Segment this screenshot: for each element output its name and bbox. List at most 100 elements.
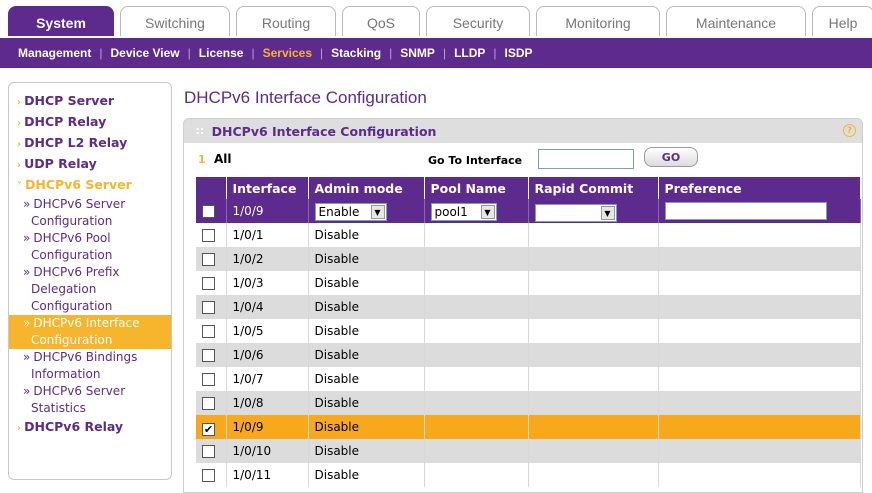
- chevron-right-icon: ›: [17, 118, 22, 129]
- row-checkbox: [196, 223, 227, 247]
- cell-preference: [658, 415, 861, 439]
- subnav-services[interactable]: Services: [263, 46, 312, 60]
- tab-help[interactable]: Help: [812, 6, 872, 38]
- table-row[interactable]: 1/0/3 Disable: [196, 271, 861, 295]
- page-title: DHCPv6 Interface Configuration: [184, 88, 427, 107]
- top-tab-bar: System Switching Routing QoS Security Mo…: [0, 0, 872, 38]
- bullet-icon: »: [23, 384, 31, 398]
- row-checkbox[interactable]: [202, 397, 215, 410]
- subnav-snmp[interactable]: SNMP: [400, 46, 435, 60]
- table-row[interactable]: 1/0/8 Disable: [196, 391, 861, 415]
- chevron-down-icon: ▼: [480, 205, 495, 219]
- subnav-stacking[interactable]: Stacking: [331, 46, 381, 60]
- table-row[interactable]: ✔ 1/0/9 Disable: [196, 415, 861, 439]
- row-checkbox[interactable]: [202, 469, 215, 482]
- row-checkbox[interactable]: [202, 349, 215, 362]
- admin-mode-select[interactable]: Enable ▼: [314, 203, 387, 221]
- table-row[interactable]: 1/0/10 Disable: [196, 439, 861, 463]
- chevron-right-icon: ›: [17, 97, 22, 108]
- cell-rapid-commit: [528, 223, 659, 247]
- table-row[interactable]: 1/0/2 Disable: [196, 247, 861, 271]
- sidebar-item-dhcpv6-bindings-information[interactable]: » DHCPv6 Bindings Information: [9, 349, 171, 383]
- preference-input[interactable]: [664, 201, 827, 220]
- sidebar-item-dhcpv6-server[interactable]: ˅ DHCPv6 Server: [9, 175, 171, 196]
- table-toolbar: 1 All Go To Interface GO: [184, 143, 862, 177]
- table-row[interactable]: 1/0/11 Disable: [196, 463, 861, 487]
- sidebar-item-dhcp-l2-relay[interactable]: › DHCP L2 Relay: [9, 133, 171, 154]
- col-header-interface: Interface: [226, 177, 309, 199]
- subnav-license[interactable]: License: [199, 46, 244, 60]
- rapid-commit-select[interactable]: ▼: [534, 204, 617, 222]
- chevron-right-icon: ›: [17, 139, 22, 150]
- row-checkbox: [196, 271, 227, 295]
- tab-switching[interactable]: Switching: [120, 6, 230, 38]
- table-row[interactable]: 1/0/7 Disable: [196, 367, 861, 391]
- cell-preference: [658, 223, 861, 247]
- row-checkbox: [196, 463, 227, 487]
- cell-pool-name: [424, 439, 529, 463]
- cell-admin-mode: Disable: [308, 415, 425, 439]
- row-checkbox[interactable]: ✔: [202, 423, 215, 436]
- cell-admin-mode: Disable: [308, 271, 425, 295]
- row-checkbox[interactable]: [202, 277, 215, 290]
- sidebar-item-udp-relay[interactable]: › UDP Relay: [9, 154, 171, 175]
- sidebar-item-dhcpv6-interface-configuration[interactable]: » DHCPv6 Interface Configuration: [9, 315, 171, 349]
- cell-interface: 1/0/3: [226, 271, 309, 295]
- chevron-down-icon: ▼: [600, 206, 615, 220]
- sidebar-item-dhcpv6-server-statistics[interactable]: » DHCPv6 Server Statistics: [9, 383, 171, 417]
- sidebar-item-dhcpv6-relay[interactable]: › DHCPv6 Relay: [9, 417, 171, 438]
- table-row[interactable]: 1/0/6 Disable: [196, 343, 861, 367]
- cell-preference: [658, 439, 861, 463]
- cell-preference: [658, 343, 861, 367]
- subnav-device-view[interactable]: Device View: [110, 46, 179, 60]
- subnav-isdp[interactable]: ISDP: [505, 46, 533, 60]
- select-all-checkbox[interactable]: [202, 205, 215, 218]
- go-button[interactable]: GO: [644, 147, 698, 167]
- row-checkbox: ✔: [196, 415, 227, 439]
- sidebar-item-dhcpv6-pool-configuration[interactable]: » DHCPv6 Pool Configuration: [9, 230, 171, 264]
- cell-interface: 1/0/1: [226, 223, 309, 247]
- cell-pool-name: [424, 391, 529, 415]
- row-checkbox[interactable]: [202, 445, 215, 458]
- chevron-right-icon: ›: [17, 423, 22, 434]
- sidebar-item-dhcpv6-server-configuration[interactable]: » DHCPv6 Server Configuration: [9, 196, 171, 230]
- tab-routing[interactable]: Routing: [236, 6, 336, 38]
- row-checkbox[interactable]: [202, 229, 215, 242]
- table-row[interactable]: 1/0/1 Disable: [196, 223, 861, 247]
- interface-table: Interface Admin mode Pool Name Rapid Com…: [196, 177, 861, 487]
- sidebar-item-dhcp-server[interactable]: › DHCP Server: [9, 91, 171, 112]
- table-row[interactable]: 1/0/5 Disable: [196, 319, 861, 343]
- cell-interface: 1/0/5: [226, 319, 309, 343]
- tab-security[interactable]: Security: [426, 6, 530, 38]
- goto-interface-input[interactable]: [538, 149, 634, 169]
- cell-admin-mode: Disable: [308, 439, 425, 463]
- row-checkbox[interactable]: [202, 373, 215, 386]
- cell-preference: [658, 391, 861, 415]
- row-checkbox[interactable]: [202, 253, 215, 266]
- tab-system[interactable]: System: [8, 6, 114, 38]
- cell-pool-name: [424, 295, 529, 319]
- row-checkbox[interactable]: [202, 301, 215, 314]
- row-checkbox[interactable]: [202, 325, 215, 338]
- subnav-management[interactable]: Management: [18, 46, 91, 60]
- cell-admin-mode: Disable: [308, 319, 425, 343]
- bullet-icon: »: [23, 265, 31, 279]
- page-number[interactable]: 1: [198, 153, 206, 166]
- subnav-lldp[interactable]: LLDP: [454, 46, 485, 60]
- tab-monitoring[interactable]: Monitoring: [536, 6, 660, 38]
- cell-interface: 1/0/9: [226, 415, 309, 439]
- help-icon[interactable]: ?: [843, 124, 856, 137]
- cell-pool-name: [424, 319, 529, 343]
- row-checkbox: [196, 439, 227, 463]
- tab-maintenance[interactable]: Maintenance: [666, 6, 806, 38]
- table-row[interactable]: 1/0/4 Disable: [196, 295, 861, 319]
- col-header-rapid-commit: Rapid Commit: [528, 177, 659, 199]
- show-all-link[interactable]: All: [214, 152, 232, 166]
- sidebar-item-dhcp-relay[interactable]: › DHCP Relay: [9, 112, 171, 133]
- sidebar-item-dhcpv6-prefix-delegation[interactable]: » DHCPv6 Prefix Delegation Configuration: [9, 264, 171, 315]
- tab-qos[interactable]: QoS: [342, 6, 420, 38]
- pool-name-select[interactable]: pool1 ▼: [430, 203, 497, 221]
- cell-rapid-commit: [528, 295, 659, 319]
- cell-admin-mode: Disable: [308, 223, 425, 247]
- cell-admin-mode: Disable: [308, 295, 425, 319]
